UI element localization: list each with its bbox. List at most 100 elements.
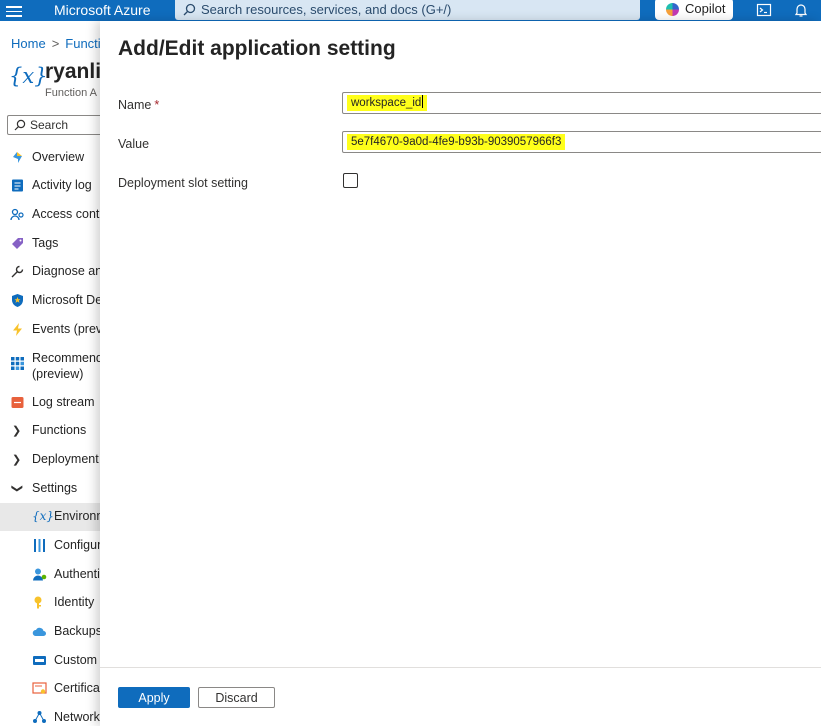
name-label: Name *: [118, 98, 159, 112]
top-bar: Microsoft Azure Search resources, servic…: [0, 0, 821, 21]
chevron-right-icon: ❯: [12, 425, 22, 437]
nav-item-environment-variables[interactable]: {x} Environm: [0, 503, 100, 531]
chevron-down-icon: ❯: [11, 483, 24, 494]
name-input-value: workspace_id: [351, 97, 422, 109]
value-input[interactable]: 5e7f4670-9a0d-4fe9-b93b-9039057966f3: [342, 131, 821, 153]
portal-brand[interactable]: Microsoft Azure: [54, 2, 150, 18]
nav-label-activity-log: Activity log: [32, 178, 92, 192]
nav-item-configuration[interactable]: Configur: [0, 532, 100, 560]
nav-item-activity-log[interactable]: Activity log: [0, 172, 100, 200]
nav-label-events: Events (previ: [32, 322, 100, 336]
copilot-icon: [666, 3, 679, 16]
breadcrumb-function-app[interactable]: Functi: [65, 36, 100, 51]
text-cursor: [422, 95, 424, 108]
name-input[interactable]: workspace_id: [342, 92, 821, 114]
nav-item-certificates[interactable]: Certifica: [0, 675, 100, 703]
identity-key-icon: [34, 596, 42, 609]
panel-footer: Apply Discard: [100, 667, 821, 726]
nav-label-authentication: Authenti: [54, 567, 100, 581]
nav-item-events[interactable]: Events (previ: [0, 316, 100, 344]
resource-name: ryanli: [45, 60, 100, 83]
breadcrumb-home[interactable]: Home: [11, 36, 46, 51]
menu-search-placeholder: Search: [30, 118, 69, 132]
log-stream-icon: [11, 397, 24, 408]
shield-icon: [12, 294, 23, 307]
tag-icon: [12, 238, 23, 249]
resource-menu: Home > Functi {x} ryanli Function A Search…: [0, 21, 100, 726]
nav-item-functions[interactable]: ❯ Functions: [0, 417, 100, 445]
nav-label-environment-variables: Environm: [54, 509, 100, 523]
apply-button[interactable]: Apply: [118, 687, 190, 708]
breadcrumb: Home > Functi: [11, 36, 100, 51]
custom-domain-icon: [33, 656, 46, 665]
nav-label-tags: Tags: [32, 236, 59, 250]
deployment-slot-checkbox[interactable]: [343, 173, 358, 188]
value-input-value: 5e7f4670-9a0d-4fe9-b93b-9039057966f3: [347, 134, 566, 150]
resource-type: Function A: [45, 87, 97, 99]
nav-item-authentication[interactable]: Authenti: [0, 561, 100, 589]
value-label: Value: [118, 137, 150, 151]
nav-label-identity: Identity: [54, 595, 95, 609]
nav-item-access-control[interactable]: Access contr: [0, 201, 100, 229]
nav-item-settings[interactable]: ❯ Settings: [0, 475, 100, 503]
deployment-slot-label: Deployment slot setting: [118, 176, 248, 190]
nav-label-certificates: Certifica: [54, 681, 100, 695]
nav-item-backups[interactable]: Backups: [0, 618, 100, 646]
configuration-sliders-icon: [34, 539, 45, 552]
nav-label-networking: Network: [54, 710, 100, 724]
search-icon: [183, 3, 196, 16]
nav-label-functions: Functions: [32, 423, 87, 437]
nav-item-deployment[interactable]: ❯ Deployment: [0, 446, 100, 474]
hamburger-menu-icon[interactable]: [6, 3, 22, 17]
nav-item-identity[interactable]: Identity: [0, 589, 100, 617]
nav-item-networking[interactable]: Network: [0, 704, 100, 726]
networking-icon: [33, 711, 46, 723]
copilot-button[interactable]: Copilot: [655, 0, 733, 20]
certificate-icon: [32, 682, 47, 694]
recommendations-grid-icon: [11, 357, 24, 370]
nav-label-recommendations-preview: (preview): [32, 367, 84, 381]
nav-label-recommendations: Recommend: [32, 351, 100, 365]
nav-label-log-stream: Log stream: [32, 395, 95, 409]
add-edit-app-setting-panel: Add/Edit application setting Name * works…: [100, 21, 821, 726]
breadcrumb-separator: >: [51, 36, 60, 51]
nav-item-log-stream[interactable]: Log stream: [0, 389, 100, 417]
chevron-right-icon: ❯: [12, 454, 22, 466]
nav-item-custom-domains[interactable]: Custom: [0, 647, 100, 675]
required-marker: *: [154, 98, 160, 112]
panel-title: Add/Edit application setting: [118, 37, 396, 60]
name-input-value-highlight: workspace_id: [347, 95, 428, 111]
nav-label-configuration: Configur: [54, 538, 100, 552]
nav-label-settings: Settings: [32, 481, 78, 495]
cloud-backup-icon: [32, 627, 46, 636]
search-placeholder: Search resources, services, and docs (G+…: [201, 2, 452, 17]
user-auth-icon: [33, 568, 47, 581]
environment-variables-icon: {x}: [32, 509, 55, 523]
name-label-text: Name: [118, 98, 152, 112]
nav-item-tags[interactable]: Tags: [0, 230, 100, 258]
nav-item-diagnose[interactable]: Diagnose and: [0, 258, 100, 286]
activity-log-icon: [12, 179, 23, 192]
nav-item-defender[interactable]: Microsoft De: [0, 287, 100, 315]
function-lightning-icon: [13, 152, 22, 163]
lightning-bolt-icon: [13, 323, 22, 336]
wrench-icon: [11, 265, 24, 278]
nav-label-diagnose: Diagnose and: [32, 264, 100, 278]
notifications-bell-icon[interactable]: [793, 2, 809, 18]
nav-label-custom-domains: Custom: [54, 653, 98, 667]
nav-label-deployment: Deployment: [32, 452, 99, 466]
menu-search-input[interactable]: Search: [7, 115, 100, 135]
people-icon: [10, 208, 24, 221]
cloud-shell-icon[interactable]: [756, 2, 772, 18]
copilot-label: Copilot: [685, 1, 726, 16]
nav-item-overview[interactable]: Overview: [0, 144, 100, 172]
search-icon: [14, 119, 26, 131]
discard-button[interactable]: Discard: [198, 687, 275, 708]
environment-variables-icon: {x}: [9, 64, 48, 88]
nav-label-defender: Microsoft De: [32, 293, 100, 307]
nav-item-recommendations[interactable]: Recommend (preview): [0, 344, 100, 384]
nav-label-access-control: Access contr: [32, 207, 100, 221]
nav-label-backups: Backups: [54, 624, 100, 638]
global-search-input[interactable]: Search resources, services, and docs (G+…: [175, 0, 640, 20]
nav-label-overview: Overview: [32, 150, 85, 164]
